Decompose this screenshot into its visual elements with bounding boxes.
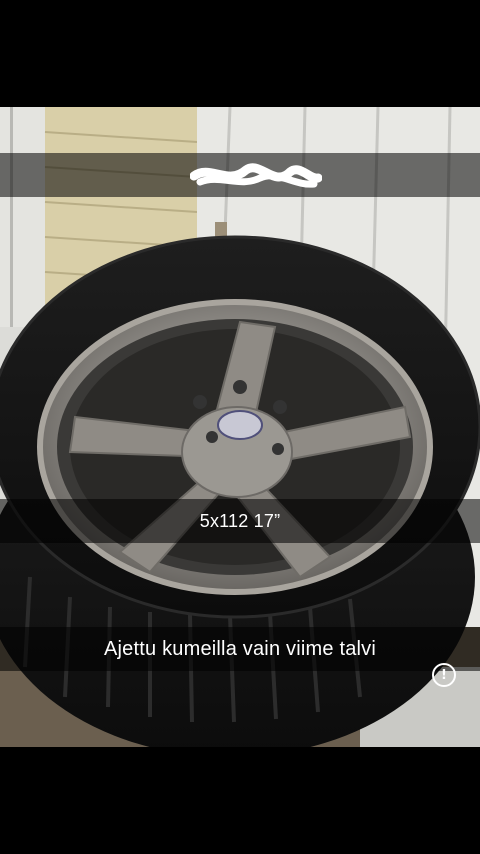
caption-middle-text: 5x112 17” xyxy=(199,510,281,531)
info-glyph: ! xyxy=(441,667,447,683)
caption-bar-middle: 5x112 17” xyxy=(0,499,480,543)
caption-bottom-text: Ajettu kumeilla vain viime talvi xyxy=(103,637,377,660)
exclamation-circle-icon[interactable]: ! xyxy=(432,663,456,687)
scribble-redaction xyxy=(190,163,322,188)
caption-bar-bottom: Ajettu kumeilla vain viime talvi xyxy=(0,627,480,671)
story-screen: 5x112 17” Ajettu kumeilla vain viime tal… xyxy=(0,0,480,854)
center-cap xyxy=(217,410,263,440)
